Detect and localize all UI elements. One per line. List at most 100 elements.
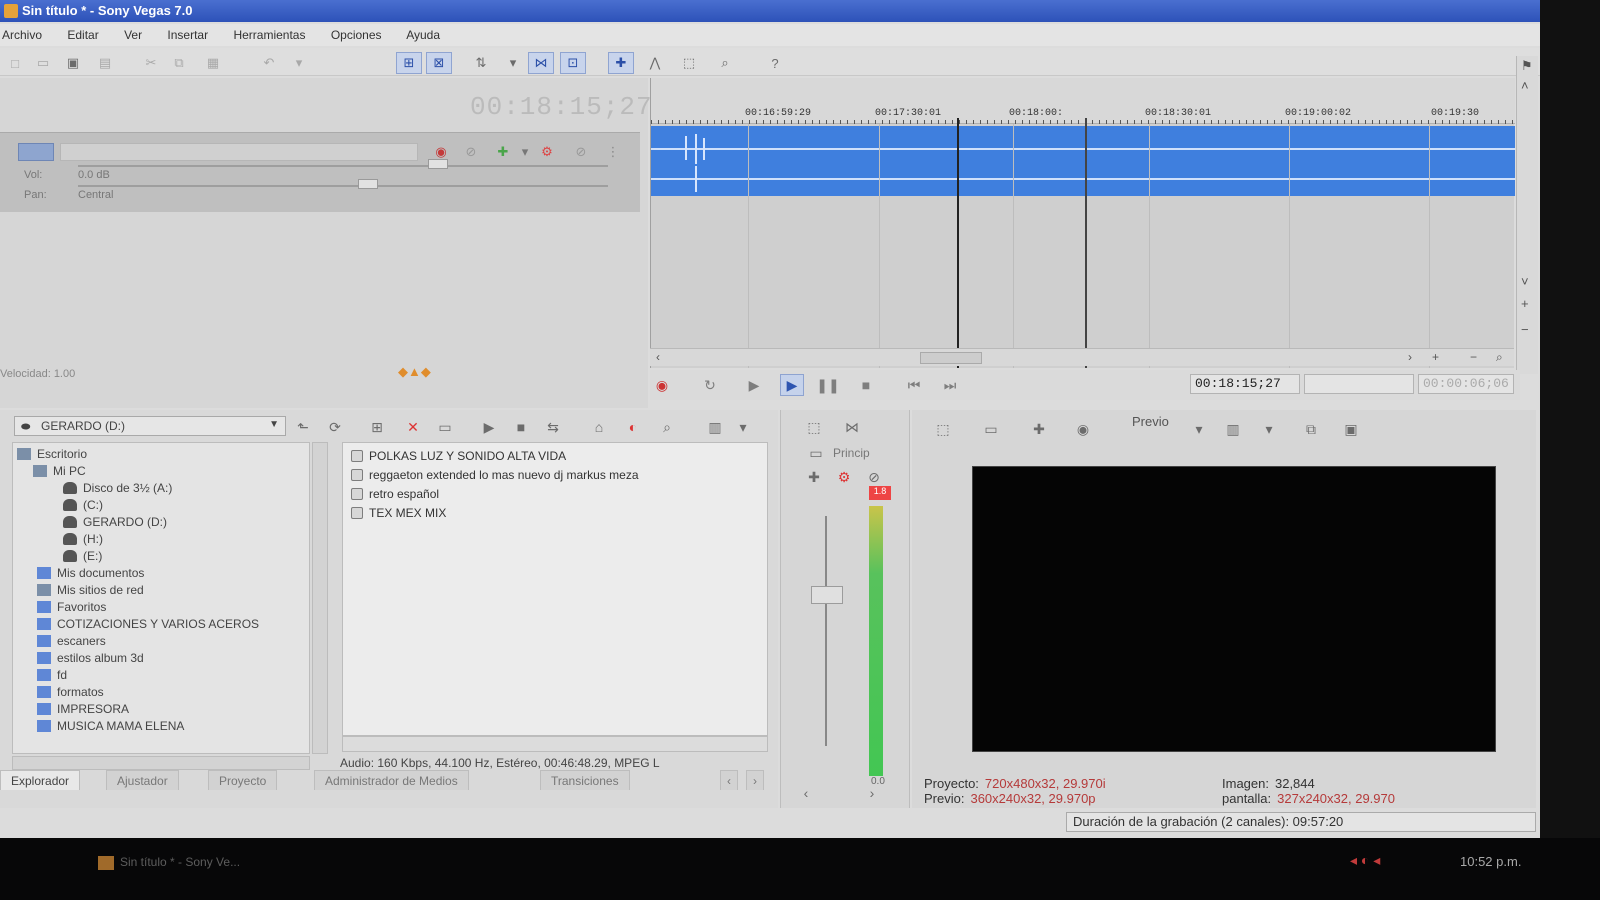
tab-scroll-left-icon[interactable]: ‹ bbox=[720, 770, 738, 790]
loop-playback-icon[interactable]: ↻ bbox=[698, 374, 722, 396]
tree-item[interactable]: (C:) bbox=[63, 498, 103, 515]
timeline-horizontal-scrollbar[interactable]: ‹ › + − ⌕ bbox=[650, 348, 1514, 366]
list-item[interactable]: POLKAS LUZ Y SONIDO ALTA VIDA bbox=[351, 449, 566, 463]
new-project-icon[interactable]: □ bbox=[2, 52, 28, 74]
volume-tray-icon[interactable]: ◂ ◐ ◂ bbox=[1350, 852, 1380, 869]
tree-item[interactable]: Favoritos bbox=[37, 600, 106, 617]
tree-item[interactable]: (E:) bbox=[63, 549, 102, 566]
tree-item[interactable]: Mi PC bbox=[33, 464, 86, 481]
preview-quality-dropdown[interactable]: Previo bbox=[1132, 414, 1169, 429]
undo-icon[interactable]: ↶ bbox=[256, 52, 282, 74]
fx-chain-icon[interactable]: ✚ bbox=[494, 143, 512, 161]
paste-icon[interactable]: ▦ bbox=[200, 52, 226, 74]
edit-tool-icon[interactable]: ✚ bbox=[608, 52, 634, 74]
video-preview-screen[interactable] bbox=[972, 466, 1496, 752]
views-dropdown-icon[interactable]: ▾ bbox=[732, 416, 754, 438]
video-fx-icon[interactable]: ✚ bbox=[1028, 418, 1050, 440]
scroll-left-icon[interactable]: ‹ bbox=[656, 350, 660, 364]
list-item[interactable]: retro español bbox=[351, 487, 439, 501]
zoom-out-vertical-icon[interactable]: − bbox=[1521, 322, 1529, 337]
zoom-magnifier-icon[interactable]: ⌕ bbox=[1496, 350, 1503, 365]
scroll-down-icon[interactable]: ˅ bbox=[1521, 274, 1529, 289]
track-name-field[interactable] bbox=[60, 143, 418, 161]
timeline[interactable]: 00:16:59:29 00:17:30:01 00:18:00: 00:18:… bbox=[650, 78, 1515, 368]
overlays-icon[interactable]: ▥ bbox=[1222, 418, 1244, 440]
volume-slider-thumb[interactable] bbox=[428, 159, 448, 169]
tree-item[interactable]: MUSICA MAMA ELENA bbox=[37, 719, 184, 736]
zoom-out-time-icon[interactable]: − bbox=[1470, 350, 1477, 364]
stop-icon[interactable]: ■ bbox=[854, 374, 878, 396]
go-to-end-icon[interactable]: ⏭ bbox=[938, 374, 962, 396]
tab-explorador[interactable]: Explorador bbox=[0, 770, 81, 790]
record-icon[interactable]: ◉ bbox=[650, 374, 674, 396]
help-icon[interactable]: ? bbox=[762, 52, 788, 74]
external-monitor-icon[interactable]: ▭ bbox=[980, 418, 1002, 440]
snap-icon[interactable]: ⊞ bbox=[396, 52, 422, 74]
cut-icon[interactable]: ✂ bbox=[138, 52, 164, 74]
selection-tool-icon[interactable]: ⬚ bbox=[676, 52, 702, 74]
refresh-icon[interactable]: ⟳ bbox=[324, 416, 346, 438]
invert-phase-icon[interactable]: ⊘ bbox=[462, 143, 480, 161]
tree-item[interactable]: IMPRESORA bbox=[37, 702, 129, 719]
get-media-icon[interactable]: ⌂ bbox=[588, 416, 610, 438]
menu-ayuda[interactable]: Ayuda bbox=[406, 28, 440, 42]
ripple-dropdown-icon[interactable]: ▾ bbox=[500, 52, 526, 74]
list-item[interactable]: reggaeton extended lo mas nuevo dj marku… bbox=[351, 468, 639, 482]
mixer-scroll-left-icon[interactable]: ‹ bbox=[795, 782, 817, 804]
save-icon[interactable]: ▣ bbox=[60, 52, 86, 74]
menu-ver[interactable]: Ver bbox=[124, 28, 142, 42]
tree-item[interactable]: Escritorio bbox=[17, 447, 87, 464]
tree-vertical-scrollbar[interactable] bbox=[312, 442, 328, 754]
menu-archivo[interactable]: Archivo bbox=[2, 28, 42, 42]
audio-track-header[interactable]: ◉ ⊘ ✚ ▾ ⚙ ⊘ ⋮ Vol: 0.0 dB Pan: Central bbox=[0, 132, 640, 212]
fx-dropdown-icon[interactable]: ▾ bbox=[516, 143, 534, 161]
search-icon[interactable]: ⌕ bbox=[656, 416, 678, 438]
timeline-vertical-scrollbar[interactable]: ⚑ ˄ ˅ + − bbox=[1516, 56, 1538, 374]
split-screen-icon[interactable]: ◉ bbox=[1072, 418, 1094, 440]
lock-envelopes-icon[interactable]: ⇅ bbox=[468, 52, 494, 74]
properties-icon[interactable]: ▤ bbox=[92, 52, 118, 74]
copy-snapshot-icon[interactable]: ⧉ bbox=[1300, 418, 1322, 440]
mute-icon[interactable]: ⚙ bbox=[538, 143, 556, 161]
tree-item[interactable]: escaners bbox=[37, 634, 106, 651]
pause-icon[interactable]: ❚❚ bbox=[816, 374, 840, 396]
master-fader-thumb[interactable] bbox=[811, 586, 843, 604]
horizontal-scroll-thumb[interactable] bbox=[920, 352, 982, 364]
tab-ajustador[interactable]: Ajustador bbox=[106, 770, 179, 790]
master-fader-track[interactable] bbox=[825, 516, 827, 746]
taskbar-vegas-button[interactable]: Sin título * - Sony Ve... bbox=[90, 850, 290, 876]
import-cd-icon[interactable]: ◐ bbox=[622, 416, 644, 438]
auto-ripple-icon[interactable]: ⊠ bbox=[426, 52, 452, 74]
volume-slider-track[interactable] bbox=[78, 165, 608, 167]
tree-item[interactable]: formatos bbox=[37, 685, 104, 702]
tab-scroll-right-icon[interactable]: › bbox=[746, 770, 764, 790]
solo-icon[interactable]: ⊘ bbox=[572, 143, 590, 161]
menu-opciones[interactable]: Opciones bbox=[331, 28, 382, 42]
master-bus-icon[interactable]: ▭ bbox=[805, 442, 827, 464]
bus-mute-icon[interactable]: ⚙ bbox=[833, 466, 855, 488]
tree-item[interactable]: Disco de 3½ (A:) bbox=[63, 481, 172, 498]
pan-slider-track[interactable] bbox=[78, 185, 608, 187]
downmix-icon[interactable]: ⋈ bbox=[841, 416, 863, 438]
auto-preview-icon[interactable]: ⇆ bbox=[542, 416, 564, 438]
bus-fx-icon[interactable]: ✚ bbox=[803, 466, 825, 488]
auto-crossfade-icon[interactable]: ⋈ bbox=[528, 52, 554, 74]
track-options-icon[interactable]: ⋮ bbox=[604, 143, 622, 161]
track-number[interactable] bbox=[18, 143, 54, 161]
ignore-grouping-icon[interactable]: ⊡ bbox=[560, 52, 586, 74]
playback-cursor[interactable] bbox=[957, 118, 959, 368]
edit-cursor[interactable] bbox=[1085, 118, 1087, 368]
play-from-start-icon[interactable]: ▶ bbox=[742, 374, 766, 396]
tab-administrador-de-medios[interactable]: Administrador de Medios bbox=[314, 770, 469, 790]
bus-solo-icon[interactable]: ⊘ bbox=[863, 466, 885, 488]
open-folder-icon[interactable]: ▭ bbox=[30, 52, 56, 74]
tree-item[interactable]: GERARDO (D:) bbox=[63, 515, 167, 532]
zoom-tool-icon[interactable]: ⌕ bbox=[712, 52, 738, 74]
file-list-horizontal-scrollbar[interactable] bbox=[342, 736, 768, 752]
delete-icon[interactable]: ✕ bbox=[402, 416, 424, 438]
audio-event-waveform[interactable] bbox=[651, 126, 1515, 196]
play-icon[interactable]: ▶ bbox=[780, 374, 804, 396]
overlays-dropdown-icon[interactable]: ▾ bbox=[1258, 418, 1280, 440]
undo-dropdown-icon[interactable]: ▾ bbox=[286, 52, 312, 74]
scroll-right-icon[interactable]: › bbox=[1408, 350, 1412, 364]
